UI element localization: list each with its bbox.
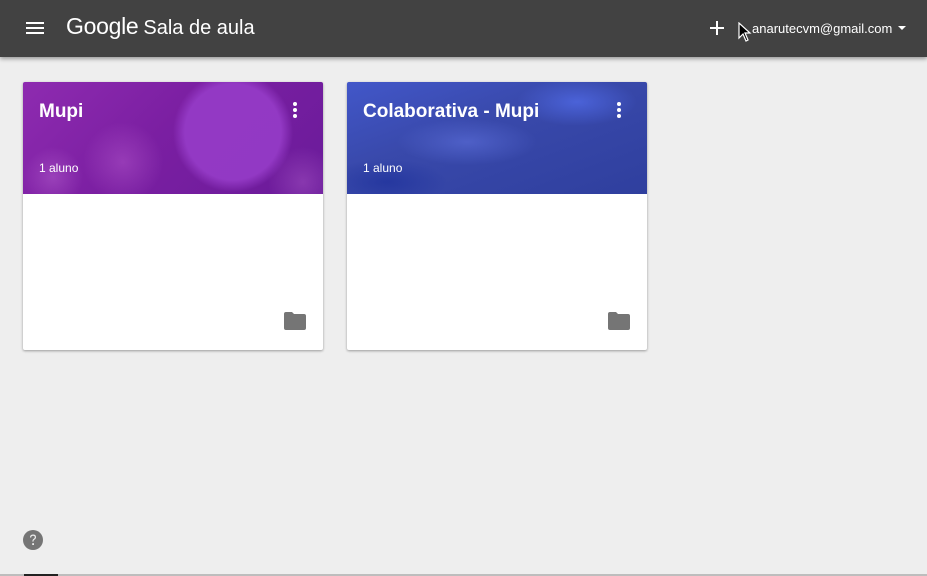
main-menu-button[interactable] <box>22 16 48 40</box>
class-options-button[interactable] <box>285 98 305 122</box>
class-card: Mupi 1 aluno <box>23 82 323 350</box>
class-title[interactable]: Colaborativa - Mupi <box>363 101 539 123</box>
more-vert-icon <box>293 102 297 106</box>
class-options-button[interactable] <box>609 98 629 122</box>
class-student-count: 1 aluno <box>39 161 79 175</box>
more-vert-icon-dot <box>293 114 297 118</box>
class-drive-folder-button[interactable] <box>608 312 630 332</box>
class-card: Colaborativa - Mupi 1 aluno <box>347 82 647 350</box>
help-button[interactable] <box>23 530 43 550</box>
help-circle-icon <box>23 530 43 550</box>
chevron-down-icon <box>898 26 907 30</box>
more-vert-icon <box>617 102 621 106</box>
more-vert-icon-dot <box>617 114 621 118</box>
logo-product-text: Sala de aula <box>143 17 255 39</box>
class-card-header[interactable]: Mupi 1 aluno <box>23 82 323 194</box>
mouse-pointer-icon <box>738 22 752 42</box>
account-email: anarutecvm@gmail.com <box>752 20 893 36</box>
hamburger-menu-icon <box>26 22 44 34</box>
create-or-join-class-button[interactable] <box>704 15 730 41</box>
class-card-header[interactable]: Colaborativa - Mupi 1 aluno <box>347 82 647 194</box>
plus-icon <box>710 21 724 35</box>
top-app-bar: Google Sala de aula anarutecvm@gmail.com <box>0 0 927 57</box>
logo-google-text: Google <box>66 13 139 39</box>
folder-icon <box>284 312 306 330</box>
folder-icon <box>608 312 630 330</box>
more-vert-icon-dot <box>617 108 621 112</box>
class-title[interactable]: Mupi <box>39 101 83 123</box>
more-vert-icon-dot <box>293 108 297 112</box>
class-student-count: 1 aluno <box>363 161 403 175</box>
app-logo[interactable]: Google Sala de aula <box>66 13 255 43</box>
account-menu[interactable]: anarutecvm@gmail.com <box>752 18 907 38</box>
class-drive-folder-button[interactable] <box>284 312 306 332</box>
